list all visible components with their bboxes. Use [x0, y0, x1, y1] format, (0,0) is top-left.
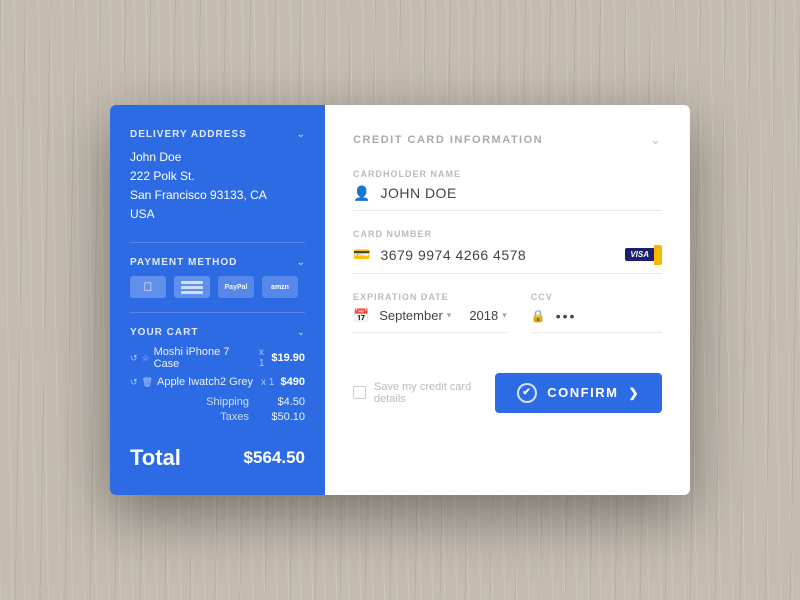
delivery-chevron-icon[interactable]: ⌄	[297, 129, 305, 140]
year-chevron-icon: ▾	[502, 310, 507, 321]
save-label[interactable]: Save my credit card details	[353, 381, 495, 405]
address-country: USA	[130, 205, 305, 224]
cart-item-2: ↺ 🗑 Apple Iwatch2 Grey x 1 $490	[130, 376, 305, 388]
month-select[interactable]: September ▾	[379, 308, 451, 323]
cart-section: YOUR CART ⌄ ↺ ☆ Moshi iPhone 7 Case x 1 …	[130, 327, 305, 471]
amazon-icon[interactable]: amzn	[262, 276, 298, 298]
delivery-section-header: DELIVERY ADDRESS ⌄	[130, 129, 305, 140]
cardholder-field: 👤 JOHN DOE	[353, 185, 662, 211]
shipping-label: Shipping	[206, 396, 249, 408]
year-select[interactable]: 2018 ▾	[469, 308, 506, 323]
payment-icons:  PayPal amzn	[130, 276, 305, 298]
apple-pay-icon[interactable]: 	[130, 276, 166, 298]
taxes-value: $50.10	[265, 411, 305, 423]
confirm-check-icon: ✔	[517, 383, 537, 403]
item-1-price: $19.90	[271, 352, 305, 364]
calendar-icon: 📅	[353, 308, 369, 324]
item-1-qty: x 1	[259, 347, 271, 369]
confirm-label: CONFIRM	[547, 385, 618, 400]
cart-summary: Shipping $4.50 Taxes $50.10	[130, 396, 305, 423]
ccv-label: CCV	[531, 292, 662, 302]
month-chevron-icon: ▾	[447, 310, 452, 321]
star-icon: ☆	[142, 353, 150, 364]
checkout-modal: DELIVERY ADDRESS ⌄ John Doe 222 Polk St.…	[110, 105, 690, 496]
expiration-section: EXPIRATION DATE 📅 September ▾ 2018 ▾	[353, 292, 507, 351]
divider-2	[130, 312, 305, 313]
shipping-row: Shipping $4.50	[130, 396, 305, 408]
bottom-row: Save my credit card details ✔ CONFIRM ❯	[353, 373, 662, 413]
taxes-label: Taxes	[220, 411, 249, 423]
exp-field: 📅 September ▾ 2018 ▾	[353, 308, 507, 333]
item-2-name: Apple Iwatch2 Grey	[157, 376, 253, 388]
credit-card-title: CREDIT CARD INFORMATION ⌄	[353, 133, 662, 147]
paypal-icon[interactable]: PayPal	[218, 276, 254, 298]
address-name: John Doe	[130, 148, 305, 167]
divider-1	[130, 242, 305, 243]
cc-chevron-icon[interactable]: ⌄	[650, 133, 662, 147]
refresh-icon: ↺	[130, 353, 138, 364]
save-checkbox[interactable]	[353, 386, 366, 399]
cart-chevron-icon[interactable]: ⌄	[297, 327, 305, 338]
save-text: Save my credit card details	[374, 381, 495, 405]
taxes-row: Taxes $50.10	[130, 411, 305, 423]
credit-card-icon[interactable]	[174, 276, 210, 298]
person-icon: 👤	[353, 185, 370, 202]
payment-chevron-icon[interactable]: ⌄	[297, 257, 305, 268]
cart-title: YOUR CART	[130, 327, 198, 338]
confirm-button[interactable]: ✔ CONFIRM ❯	[495, 373, 662, 413]
cardholder-section: CARDHOLDER NAME 👤 JOHN DOE	[353, 169, 662, 211]
item-1-name: Moshi iPhone 7 Case	[154, 346, 251, 370]
total-row: Total $564.50	[130, 435, 305, 471]
confirm-arrow-icon: ❯	[628, 386, 640, 400]
ccv-section: CCV 🔒 •••	[531, 292, 662, 351]
card-number-label: CARD NUMBER	[353, 229, 662, 239]
total-label: Total	[130, 445, 181, 471]
exp-label: EXPIRATION DATE	[353, 292, 507, 302]
total-value: $564.50	[244, 448, 305, 468]
ccv-value[interactable]: •••	[556, 308, 577, 324]
year-value: 2018	[469, 308, 498, 323]
card-number-section: CARD NUMBER 💳 3679 9974 4266 4578 VISA	[353, 229, 662, 274]
shipping-value: $4.50	[265, 396, 305, 408]
card-number-field: 💳 3679 9974 4266 4578 VISA	[353, 245, 662, 274]
cart-section-header: YOUR CART ⌄	[130, 327, 305, 338]
visa-badge: VISA	[625, 245, 662, 265]
left-panel: DELIVERY ADDRESS ⌄ John Doe 222 Polk St.…	[110, 105, 325, 496]
item-2-price: $490	[281, 376, 305, 388]
item-2-qty: x 1	[261, 377, 274, 388]
cart-item-1: ↺ ☆ Moshi iPhone 7 Case x 1 $19.90	[130, 346, 305, 370]
payment-title: PAYMENT METHOD	[130, 257, 237, 268]
exp-ccv-row: EXPIRATION DATE 📅 September ▾ 2018 ▾ CCV	[353, 292, 662, 351]
month-value: September	[379, 308, 443, 323]
cardholder-label: CARDHOLDER NAME	[353, 169, 662, 179]
card-icon: 💳	[353, 246, 370, 263]
cardholder-value[interactable]: JOHN DOE	[380, 185, 456, 201]
lock-icon: 🔒	[531, 309, 546, 323]
ccv-field: 🔒 •••	[531, 308, 662, 333]
address-street: 222 Polk St.	[130, 167, 305, 186]
address-city: San Francisco 93133, CA	[130, 186, 305, 205]
card-number-value[interactable]: 3679 9974 4266 4578	[380, 247, 526, 263]
delivery-address: John Doe 222 Polk St. San Francisco 9313…	[130, 148, 305, 225]
refresh-icon-2: ↺	[130, 377, 138, 388]
payment-section-header: PAYMENT METHOD ⌄	[130, 257, 305, 268]
right-panel: CREDIT CARD INFORMATION ⌄ CARDHOLDER NAM…	[325, 105, 690, 496]
delivery-title: DELIVERY ADDRESS	[130, 129, 247, 140]
trash-icon[interactable]: 🗑	[142, 377, 153, 388]
